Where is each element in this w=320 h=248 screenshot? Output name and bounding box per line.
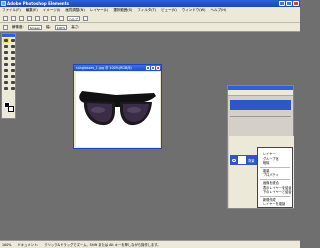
undo-icon[interactable] — [43, 15, 48, 21]
lasso-tool-icon[interactable] — [10, 50, 16, 55]
help-search-field[interactable]: ヘルプ — [67, 15, 81, 21]
toolbox — [1, 33, 16, 119]
menu-enhance[interactable]: 画質調整(N) — [65, 7, 84, 14]
zoom-tool-icon — [3, 24, 8, 30]
menu-item-delete[interactable]: 削除 — [258, 161, 292, 166]
menu-item-properties[interactable]: プロパティ — [258, 173, 292, 178]
save-icon[interactable] — [19, 15, 24, 21]
crop-tool-icon[interactable] — [10, 62, 16, 67]
status-hint: クリック&ドラッグでズーム。Shift または Alt キーを押しながら操作しま… — [44, 243, 161, 247]
app-title: Adobe Photoshop Elements — [7, 1, 69, 6]
doc-minimize-button[interactable] — [146, 66, 150, 70]
palette-selected-item[interactable] — [230, 100, 291, 110]
search-icon[interactable] — [83, 15, 89, 21]
app-title-bar[interactable]: Adobe Photoshop Elements — [0, 0, 300, 7]
menu-select[interactable]: 選択範囲(S) — [113, 7, 132, 14]
type-tool-icon[interactable] — [3, 62, 9, 67]
selection-brush-tool-icon[interactable] — [10, 56, 16, 61]
option-label-height: 高さ: — [71, 24, 80, 29]
document-title-bar[interactable]: sunglasses_1.jpg @ 100%(RGB/8) — [74, 65, 161, 71]
brush-tool-icon[interactable] — [10, 80, 16, 85]
menu-view[interactable]: ビュー(V) — [161, 7, 177, 14]
pencil-tool-icon[interactable] — [10, 74, 16, 79]
doc-maximize-button[interactable] — [151, 66, 155, 70]
move-tool-icon[interactable] — [3, 38, 9, 43]
healing-brush-tool-icon[interactable] — [10, 68, 16, 73]
print-icon[interactable] — [27, 15, 32, 21]
menu-filter[interactable]: フィルタ(T) — [137, 7, 156, 14]
status-zoom[interactable]: 100% — [2, 241, 11, 248]
app-icon — [1, 1, 6, 6]
background-color-swatch[interactable] — [8, 106, 14, 112]
doc-close-button[interactable] — [156, 66, 160, 70]
option-label-width: 幅: — [46, 24, 51, 29]
color-swatches[interactable] — [4, 102, 14, 112]
new-file-icon[interactable] — [3, 15, 8, 21]
eyedropper-tool-icon[interactable] — [10, 44, 16, 49]
eye-icon[interactable] — [232, 158, 236, 162]
menu-layer[interactable]: レイヤー(L) — [90, 7, 109, 14]
status-doc-info: ドキュメント: — [17, 243, 39, 247]
menu-separator — [260, 178, 290, 180]
menu-bar: ファイル(F) 編集(E) イメージ(I) 画質調整(N) レイヤー(L) 選択… — [0, 7, 300, 14]
clone-stamp-tool-icon[interactable] — [3, 74, 9, 79]
open-file-icon[interactable] — [11, 15, 16, 21]
document-title: sunglasses_1.jpg @ 100%(RGB/8) — [76, 66, 132, 70]
browser-icon[interactable] — [59, 15, 64, 21]
email-icon[interactable] — [35, 15, 40, 21]
menu-separator — [260, 195, 290, 197]
magic-wand-tool-icon[interactable] — [3, 56, 9, 61]
eraser-tool-icon[interactable] — [3, 80, 9, 85]
marquee-tool-icon[interactable] — [3, 50, 9, 55]
menu-window[interactable]: ウィンドウ(W) — [182, 7, 206, 14]
document-canvas[interactable] — [76, 72, 160, 147]
hand-tool-icon[interactable] — [3, 44, 9, 49]
zoom-tool-icon[interactable] — [10, 38, 16, 43]
red-eye-tool-icon[interactable] — [3, 68, 9, 73]
sunglasses-photo — [79, 91, 156, 126]
shortcuts-bar: ヘルプ — [0, 14, 300, 23]
minimize-button[interactable] — [279, 1, 285, 6]
menu-help[interactable]: ヘルプ(H) — [210, 7, 226, 14]
paint-bucket-tool-icon[interactable] — [3, 86, 9, 91]
zoom-field[interactable]: 100% — [54, 24, 68, 30]
close-button[interactable] — [293, 1, 299, 6]
menu-file[interactable]: ファイル(F) — [2, 7, 21, 14]
menu-item-duplicate-layer[interactable]: レイヤーを複製 — [258, 202, 292, 207]
maximize-button[interactable] — [286, 1, 292, 6]
options-bar: 解像度: Screen 幅: 100% 高さ: — [0, 23, 300, 32]
palette-divider — [230, 116, 291, 117]
menu-separator — [260, 166, 290, 168]
layer-thumbnail — [238, 156, 246, 164]
palette-tabs[interactable] — [228, 90, 293, 96]
resolution-field[interactable]: Screen — [27, 24, 43, 30]
redo-icon[interactable] — [51, 15, 56, 21]
layer-context-menu: レイヤー グループ化 削除 複製 プロパティ 画像を統合 表示レイヤーを結合 下… — [257, 147, 293, 208]
layer-name: 背景 — [248, 158, 255, 163]
menu-image[interactable]: イメージ(I) — [43, 7, 61, 14]
document-window[interactable]: sunglasses_1.jpg @ 100%(RGB/8) — [73, 64, 162, 149]
gradient-tool-icon[interactable] — [10, 86, 16, 91]
option-label-resolution: 解像度: — [12, 24, 24, 29]
menu-edit[interactable]: 編集(E) — [26, 7, 38, 14]
menu-item-merge-down[interactable]: 下のレイヤーと結合 — [258, 190, 292, 195]
status-bar: 100% ドキュメント: クリック&ドラッグでズーム。Shift または Alt… — [0, 240, 300, 248]
